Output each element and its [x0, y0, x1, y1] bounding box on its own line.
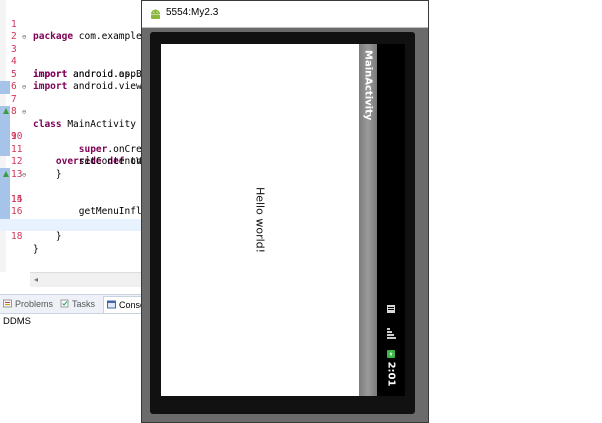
fold-icon[interactable]: ⊖ [22, 81, 26, 94]
code-line[interactable]: 9 ⊖ override def on [0, 106, 148, 167]
code-line-current[interactable]: 18 } [0, 218, 148, 255]
override-marker-icon[interactable] [3, 170, 9, 177]
code-line[interactable]: 4 import android.app. [0, 44, 148, 80]
code-line[interactable]: 11 setContentV [0, 131, 148, 168]
code-line[interactable]: 17 } [0, 206, 148, 243]
fold-icon[interactable]: ⊖ [22, 106, 26, 119]
code-line[interactable]: 12 } [0, 144, 148, 180]
code-line[interactable]: 1 package com.example [0, 6, 148, 43]
panel-tab-bar: Problems Tasks Conso [0, 294, 150, 314]
code-line[interactable]: 16 return true [0, 194, 148, 230]
problems-icon [3, 299, 12, 308]
code-editor[interactable]: 1 package com.example 2 3 ⊖ import andro… [0, 0, 149, 288]
device-screen[interactable]: Hello world! MainActivity 2:01 [161, 44, 405, 396]
emulator-title: 5554:My2.3 [166, 7, 219, 18]
sim-icon [387, 305, 395, 313]
code-line[interactable]: 15 getMenuInfl [0, 181, 148, 218]
code-line[interactable]: 8 [0, 94, 148, 117]
status-bar[interactable]: 2:01 [377, 44, 405, 396]
tab-problems[interactable]: Problems [3, 296, 53, 312]
app-title-bar: MainActivity [359, 44, 377, 396]
code-line[interactable]: 5 import android.view [0, 56, 148, 93]
code-text: } [33, 231, 62, 242]
code-line[interactable]: 6 [0, 69, 148, 92]
horizontal-scrollbar[interactable]: ◂ [30, 272, 148, 287]
console-text: DDMS [3, 316, 31, 327]
signal-icon [387, 328, 396, 339]
code-line[interactable]: 13 [0, 156, 148, 180]
hello-text: Hello world! [253, 186, 267, 254]
code-line[interactable]: 3 ⊖ import android.os.B [0, 31, 148, 80]
tab-label: Tasks [72, 299, 96, 309]
tab-label: Problems [15, 299, 54, 309]
code-line[interactable]: 2 [0, 19, 148, 42]
override-marker-icon[interactable] [3, 108, 9, 114]
console-icon [107, 300, 116, 309]
activity-content[interactable]: Hello world! [161, 44, 359, 396]
code-line[interactable]: 7 ⊖ class MainActivity [0, 81, 148, 130]
app-title: MainActivity [362, 50, 374, 121]
code-line[interactable]: 14 ⊖ override def on [0, 169, 148, 230]
fold-icon[interactable]: ⊖ [22, 31, 26, 44]
battery-icon [387, 350, 395, 358]
line-number: 18 [11, 231, 23, 242]
tasks-icon [60, 299, 69, 308]
scroll-left-icon[interactable]: ◂ [34, 275, 38, 284]
code-text: } [33, 243, 39, 255]
tab-tasks[interactable]: Tasks [60, 296, 95, 312]
code-line[interactable]: 10 super.onCre [0, 119, 148, 155]
android-icon [151, 9, 160, 19]
emulator-window[interactable]: 5554:My2.3 Hello world! MainActivity 2:0… [141, 0, 429, 423]
status-clock: 2:01 [385, 361, 397, 387]
fold-icon[interactable]: ⊖ [22, 169, 26, 182]
emulator-title-bar[interactable]: 5554:My2.3 [142, 1, 428, 28]
